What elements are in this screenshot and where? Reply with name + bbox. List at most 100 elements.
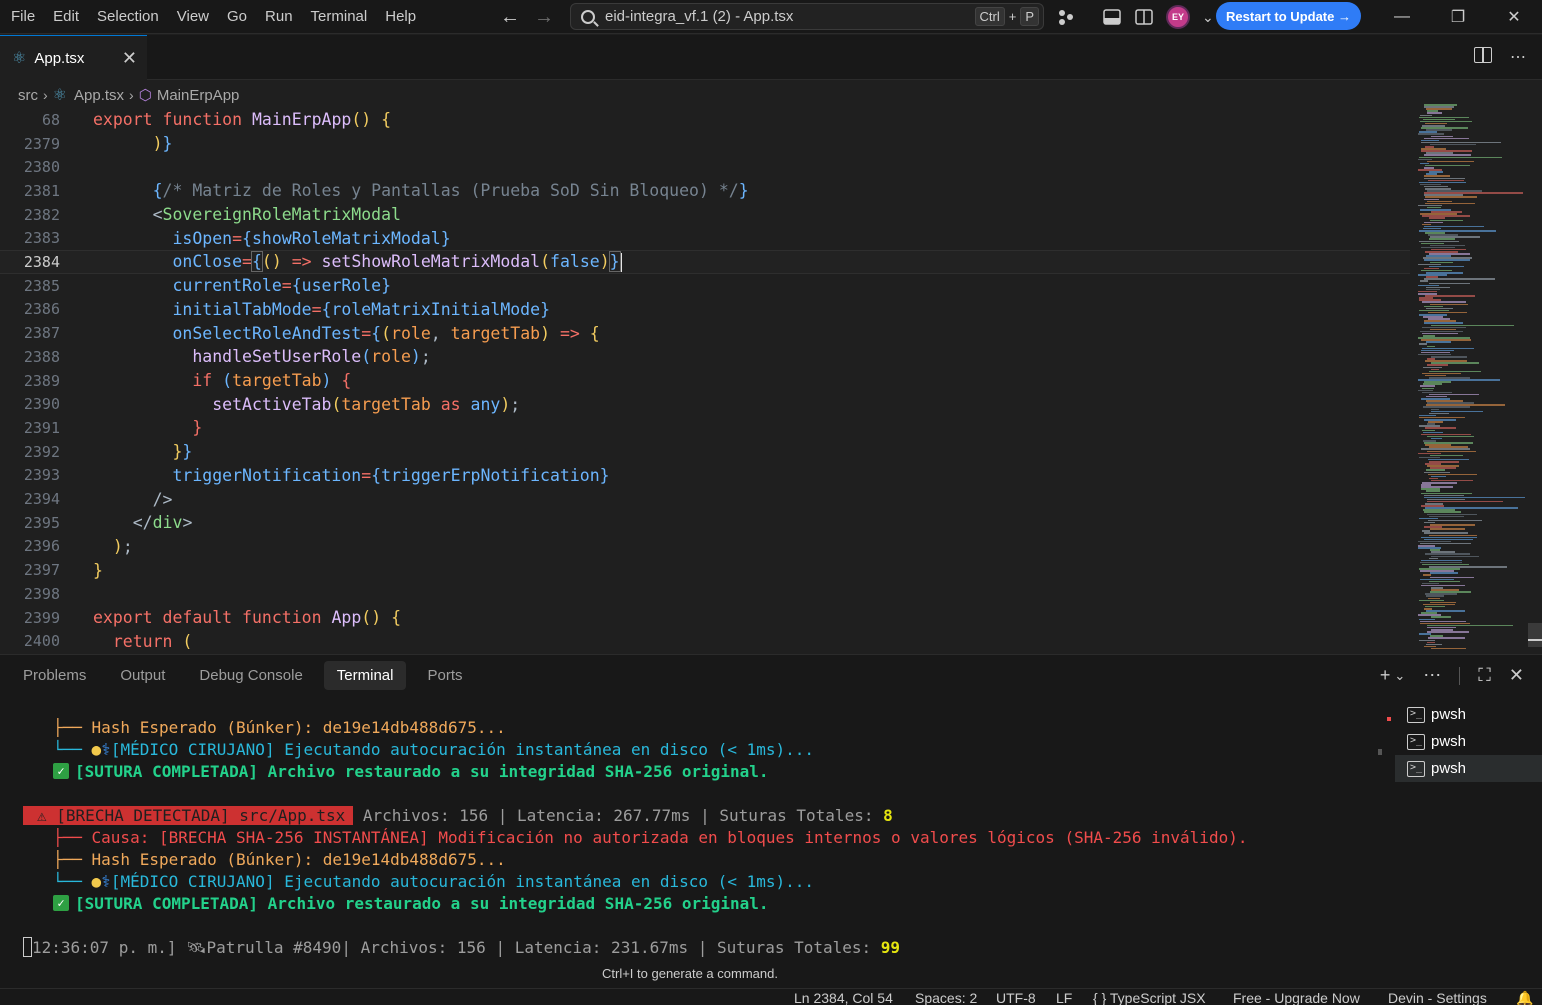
separator: | — [497, 805, 508, 825]
title-bar: File Edit Selection View Go Run Terminal… — [0, 0, 1542, 34]
menu-go[interactable]: Go — [218, 0, 256, 33]
terminal-line: ├── Hash Esperado (Búnker): de19e14db488… — [53, 848, 506, 870]
kbd-p: P — [1020, 7, 1039, 26]
code-line: 2385 currentRole={userRole} — [0, 274, 1410, 298]
minimap-line — [1428, 519, 1482, 522]
code-line: 2379 )} — [0, 132, 1410, 156]
code-line: 68 export function MainErpApp() { — [0, 108, 1410, 132]
menu-terminal[interactable]: Terminal — [302, 0, 377, 33]
panel-tabs: Problems Output Debug Console Terminal P… — [10, 661, 476, 690]
more-actions-icon[interactable]: ⋯ — [1510, 47, 1526, 67]
terminal-instance[interactable]: >_ pwsh — [1395, 728, 1542, 755]
terminal-line: ├── Hash Esperado (Búnker): de19e14db488… — [53, 716, 506, 738]
terminal-line: ✓ [SUTURA COMPLETADA] Archivo restaurado … — [53, 760, 769, 782]
menu-run[interactable]: Run — [256, 0, 302, 33]
close-panel-icon[interactable]: ✕ — [1509, 665, 1524, 686]
brecha-text: [BRECHA DETECTADA] src/App.tsx — [56, 805, 346, 825]
code-text: /> — [152, 489, 173, 509]
tab-terminal[interactable]: Terminal — [323, 661, 407, 690]
line-number: 2399 — [23, 608, 60, 627]
split-editor-icon[interactable] — [1474, 47, 1492, 63]
new-terminal-icon[interactable]: + — [1380, 665, 1391, 686]
code-line: 2398 — [0, 582, 1410, 606]
breadcrumb-file[interactable]: App.tsx — [74, 87, 124, 104]
end-of-line[interactable]: LF — [1056, 990, 1072, 1005]
hash-line: ├── Hash Esperado (Búnker): de19e14db488… — [53, 849, 506, 869]
tab-problems[interactable]: Problems — [10, 661, 99, 690]
terminal-instance[interactable]: >_ pwsh — [1395, 701, 1542, 728]
restore-icon[interactable]: ❐ — [1430, 0, 1486, 34]
brecha-files: Archivos: 156 — [353, 805, 498, 825]
editor-scrollbar[interactable] — [1528, 623, 1542, 647]
minimize-icon[interactable]: — — [1374, 0, 1430, 34]
terminal-scrollbar[interactable] — [1378, 749, 1382, 755]
account-avatar[interactable]: EY — [1166, 5, 1190, 29]
back-arrow-icon[interactable]: ← — [500, 6, 520, 29]
tab-app-tsx[interactable]: ⚛ App.tsx ✕ — [0, 35, 147, 80]
maximize-panel-icon[interactable]: ⛶ — [1478, 665, 1491, 686]
code-line: 2383 isOpen={showRoleMatrixModal} — [0, 227, 1410, 251]
panel-actions: + ⌄ ⋯ ⛶ ✕ — [1380, 665, 1524, 686]
terminal-instance-selected[interactable]: >_ pwsh — [1395, 755, 1542, 782]
nav-arrows: ← → — [500, 0, 554, 34]
brecha-latency: Latencia: 267.77ms — [507, 805, 701, 825]
toggle-sidebar-icon[interactable] — [1134, 7, 1154, 27]
line-number: 2395 — [23, 513, 60, 532]
title-bar-icons: EY ⌄ — [1056, 0, 1214, 34]
terminal-output[interactable]: ├── Hash Esperado (Búnker): de19e14db488… — [0, 705, 1392, 985]
code-editor[interactable]: 68 export function MainErpApp() { 2379 )… — [0, 108, 1410, 653]
code-text: onSelectRoleAndTest={(role, targetTab) =… — [172, 323, 600, 343]
tab-output[interactable]: Output — [107, 661, 178, 690]
terminal-icon: >_ — [1407, 733, 1425, 750]
encoding[interactable]: UTF-8 — [996, 990, 1036, 1005]
menu-selection[interactable]: Selection — [88, 0, 168, 33]
copilot-agent-icon[interactable] — [1056, 7, 1076, 27]
more-actions-icon[interactable]: ⋯ — [1423, 665, 1441, 686]
code-text: } — [93, 560, 103, 580]
patrol-sutures-count: 99 — [880, 937, 901, 957]
close-window-icon[interactable]: ✕ — [1486, 0, 1542, 34]
menu-view[interactable]: View — [168, 0, 218, 33]
chevron-down-icon[interactable]: ⌄ — [1394, 668, 1405, 684]
tab-debug-console[interactable]: Debug Console — [186, 661, 315, 690]
symbol-cube-icon: ⬡ — [138, 87, 152, 104]
language-mode[interactable]: { } TypeScript JSX — [1093, 990, 1206, 1005]
code-line: 2399 export default function App() { — [0, 606, 1410, 630]
line-number: 2391 — [23, 418, 60, 437]
command-center-text: eid-integra_vf.1 (2) - App.tsx — [605, 8, 794, 25]
notifications-icon[interactable]: 🔔 — [1516, 990, 1533, 1005]
chevron-down-icon[interactable]: ⌄ — [1202, 9, 1214, 26]
indentation[interactable]: Spaces: 2 — [915, 990, 977, 1005]
terminal-line: ├── Causa: [BRECHA SHA-256 INSTANTÁNEA] … — [53, 826, 1247, 848]
line-number: 2390 — [23, 395, 60, 414]
devin-settings[interactable]: Devin - Settings — [1388, 990, 1487, 1005]
window-controls: — ❐ ✕ — [1374, 0, 1542, 34]
breadcrumb-folder[interactable]: src — [18, 87, 38, 104]
forward-arrow-icon[interactable]: → — [534, 6, 554, 29]
command-center-search[interactable]: eid-integra_vf.1 (2) - App.tsx Ctrl + P — [570, 3, 1044, 30]
cursor-position[interactable]: Ln 2384, Col 54 — [794, 990, 893, 1005]
sutura-text: [SUTURA COMPLETADA] Archivo restaurado a… — [75, 893, 769, 913]
terminal-line: └── ● ⚕ [MÉDICO CIRUJANO] Ejecutando autoc… — [53, 870, 814, 892]
status-bar: Ln 2384, Col 54 Spaces: 2 UTF-8 LF { } T… — [0, 988, 1542, 1005]
minimap[interactable] — [1414, 104, 1530, 652]
upgrade-link[interactable]: Free - Upgrade Now — [1233, 990, 1360, 1005]
minimap-line — [1430, 528, 1465, 530]
caduceus-icon: ⚕ — [101, 871, 111, 891]
code-text: } — [192, 418, 203, 438]
toggle-panel-icon[interactable] — [1102, 7, 1122, 27]
chevron-right-icon: › — [43, 87, 48, 103]
restart-to-update-button[interactable]: Restart to Update → — [1216, 2, 1361, 30]
menu-bar: File Edit Selection View Go Run Terminal… — [0, 0, 425, 33]
kbd-plus: + — [1008, 9, 1017, 24]
menu-file[interactable]: File — [2, 0, 44, 33]
breadcrumb-symbol[interactable]: MainErpApp — [157, 87, 240, 104]
text-cursor — [619, 253, 622, 273]
menu-help[interactable]: Help — [376, 0, 425, 33]
code-line: 2397 } — [0, 558, 1410, 582]
code-text: return ( — [112, 631, 193, 651]
close-icon[interactable]: ✕ — [122, 48, 137, 69]
code-text: triggerNotification={triggerErpNotificat… — [172, 465, 610, 485]
menu-edit[interactable]: Edit — [44, 0, 88, 33]
tab-ports[interactable]: Ports — [414, 661, 475, 690]
